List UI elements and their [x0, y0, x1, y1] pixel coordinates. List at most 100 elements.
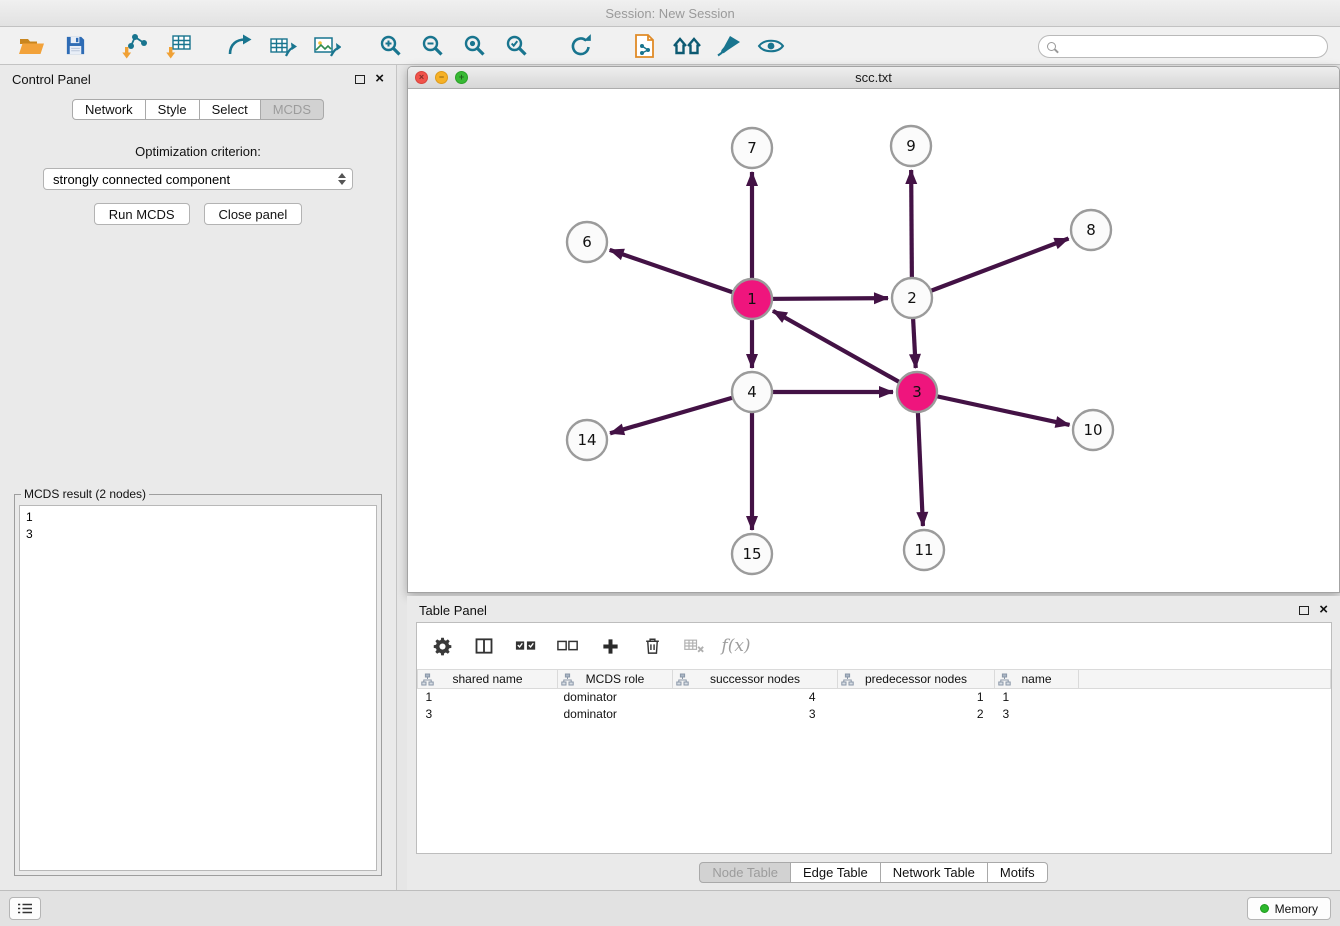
column-header-name[interactable]: name	[995, 670, 1079, 689]
graph-edge-1-6[interactable]	[610, 250, 752, 299]
export-network-button[interactable]	[220, 31, 258, 61]
optimization-select[interactable]: strongly connected component	[43, 168, 353, 190]
list-icon	[17, 902, 33, 915]
search-input[interactable]	[1056, 36, 1327, 57]
mcds-result-line: 1	[26, 509, 370, 526]
table-cell-filler	[1079, 689, 1331, 706]
tab-motifs[interactable]: Motifs	[988, 862, 1048, 883]
column-header-predecessor-nodes[interactable]: predecessor nodes	[838, 670, 995, 689]
delete-columns-button[interactable]	[639, 633, 665, 659]
zoom-out-button[interactable]	[414, 31, 452, 61]
control-panel: Control Panel × NetworkStyleSelectMCDS O…	[0, 65, 397, 890]
tab-mcds[interactable]: MCDS	[261, 99, 324, 120]
graph-node-11[interactable]: 11	[904, 530, 944, 570]
table-row[interactable]: 3dominator323	[418, 706, 1331, 723]
status-bar: Memory	[0, 890, 1340, 926]
zoom-selected-button[interactable]	[498, 31, 536, 61]
node-label: 8	[1086, 221, 1096, 239]
float-panel-button[interactable]	[355, 75, 365, 84]
import-network-button[interactable]	[116, 31, 154, 61]
graph-node-9[interactable]: 9	[891, 126, 931, 166]
control-panel-header: Control Panel ×	[0, 65, 396, 93]
save-session-button[interactable]	[56, 31, 94, 61]
graph-node-1[interactable]: 1	[732, 279, 772, 319]
show-hide-details-button[interactable]	[752, 31, 790, 61]
maximize-window-button[interactable]: +	[455, 71, 468, 84]
table-header-row: shared nameMCDS rolesuccessor nodesprede…	[418, 670, 1331, 689]
network-file-icon	[633, 33, 657, 59]
table-cell: 3	[995, 706, 1079, 723]
tab-network[interactable]: Network	[72, 99, 146, 120]
apply-style-button[interactable]	[710, 31, 748, 61]
graph-node-4[interactable]: 4	[732, 372, 772, 412]
export-table-icon	[269, 33, 297, 59]
graph-node-10[interactable]: 10	[1073, 410, 1113, 450]
zoom-fit-button[interactable]	[456, 31, 494, 61]
column-header-MCDS-role[interactable]: MCDS role	[558, 670, 673, 689]
close-window-button[interactable]: ×	[415, 71, 428, 84]
import-table-icon	[166, 33, 192, 59]
node-table: shared nameMCDS rolesuccessor nodesprede…	[417, 669, 1331, 723]
tab-edge-table[interactable]: Edge Table	[791, 862, 881, 883]
table-cell: 1	[418, 689, 558, 706]
mcds-result-line: 3	[26, 526, 370, 543]
node-label: 10	[1083, 421, 1102, 439]
optimization-label: Optimization criterion:	[0, 144, 396, 159]
table-settings-button[interactable]	[429, 633, 455, 659]
graph-edge-2-8[interactable]	[912, 239, 1069, 298]
network-window-titlebar[interactable]: × − + scc.txt	[408, 67, 1339, 89]
zoom-fit-icon	[463, 34, 487, 58]
run-mcds-button[interactable]: Run MCDS	[94, 203, 190, 225]
export-network-icon	[226, 33, 252, 59]
network-file-button[interactable]	[626, 31, 664, 61]
graph-edge-3-1[interactable]	[773, 311, 917, 392]
show-columns-button[interactable]	[471, 633, 497, 659]
panel-list-button[interactable]	[9, 897, 41, 920]
zoom-in-icon	[379, 34, 403, 58]
graph-edge-3-10[interactable]	[917, 392, 1070, 425]
tab-select[interactable]: Select	[200, 99, 261, 120]
node-label: 6	[582, 233, 592, 251]
graph-node-15[interactable]: 15	[732, 534, 772, 574]
plus-icon	[601, 637, 620, 656]
tab-node-table[interactable]: Node Table	[699, 862, 791, 883]
graph-edge-4-14[interactable]	[610, 392, 752, 433]
network-canvas[interactable]: 7 9 6 8 1 2 4 3 14 10 15 11	[409, 90, 1338, 591]
tab-network-table[interactable]: Network Table	[881, 862, 988, 883]
open-folder-icon	[18, 34, 45, 58]
export-image-button[interactable]	[308, 31, 346, 61]
close-table-panel-button[interactable]: ×	[1319, 605, 1328, 615]
mcds-result-list[interactable]: 13	[19, 505, 377, 871]
first-neighbors-button[interactable]	[668, 31, 706, 61]
float-table-panel-button[interactable]	[1299, 606, 1309, 615]
graph-node-6[interactable]: 6	[567, 222, 607, 262]
table-cell: dominator	[558, 689, 673, 706]
close-panel-button[interactable]: ×	[375, 74, 384, 84]
export-table-button[interactable]	[264, 31, 302, 61]
delete-table-button[interactable]	[681, 633, 707, 659]
open-session-button[interactable]	[12, 31, 50, 61]
select-all-button[interactable]	[513, 633, 539, 659]
tab-style[interactable]: Style	[146, 99, 200, 120]
graph-node-14[interactable]: 14	[567, 420, 607, 460]
zoom-in-button[interactable]	[372, 31, 410, 61]
column-header-successor-nodes[interactable]: successor nodes	[673, 670, 838, 689]
graph-node-7[interactable]: 7	[732, 128, 772, 168]
toolbar-search	[1038, 35, 1328, 58]
app-window: Session: New Session	[0, 0, 1340, 926]
refresh-button[interactable]	[562, 31, 600, 61]
import-network-icon	[122, 33, 148, 59]
column-header-shared-name[interactable]: shared name	[418, 670, 558, 689]
graph-node-8[interactable]: 8	[1071, 210, 1111, 250]
graph-node-3[interactable]: 3	[897, 372, 937, 412]
minimize-window-button[interactable]: −	[435, 71, 448, 84]
memory-button[interactable]: Memory	[1247, 897, 1331, 920]
close-panel-button-2[interactable]: Close panel	[204, 203, 303, 225]
table-row[interactable]: 1dominator411	[418, 689, 1331, 706]
function-builder-button[interactable]: f(x)	[723, 633, 749, 659]
create-column-button[interactable]	[597, 633, 623, 659]
import-table-button[interactable]	[160, 31, 198, 61]
deselect-all-button[interactable]	[555, 633, 581, 659]
graph-node-2[interactable]: 2	[892, 278, 932, 318]
table-panel-title: Table Panel	[419, 603, 487, 618]
